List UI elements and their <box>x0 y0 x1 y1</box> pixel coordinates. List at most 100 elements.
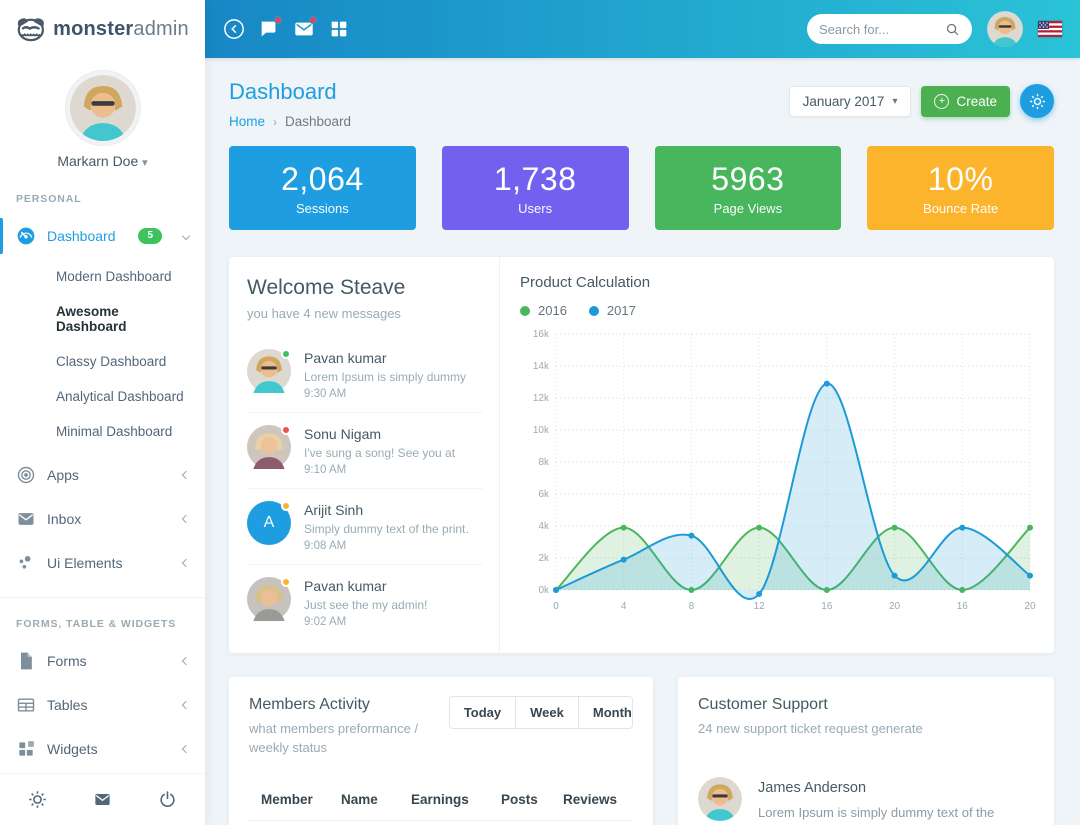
customer-support-card: Customer Support 24 new support ticket r… <box>678 677 1054 825</box>
message-sender: Arijit Sinh <box>304 501 469 518</box>
sidebar: monsteradmin Markarn Doe ▾ PERSONAL Dash… <box>0 0 205 825</box>
stat-card-sessions[interactable]: 2,064 Sessions <box>229 146 416 230</box>
svg-text:0: 0 <box>553 601 559 612</box>
svg-text:4: 4 <box>621 601 627 612</box>
message-preview: Lorem Ipsum is simply dummy … <box>304 370 469 384</box>
message-item[interactable]: A Arijit Sinh Simply dummy text of the p… <box>247 489 483 565</box>
sidebar-item-forms[interactable]: Forms <box>0 639 205 683</box>
message-time: 9:30 AM <box>304 388 469 400</box>
stat-card-page-views[interactable]: 5963 Page Views <box>655 146 842 230</box>
welcome-title: Welcome Steave <box>247 276 483 300</box>
profile-name-row[interactable]: Markarn Doe ▾ <box>0 153 205 169</box>
dashboard-submenu: Modern Dashboard Awesome Dashboard Class… <box>0 258 205 453</box>
svg-text:12: 12 <box>754 601 766 612</box>
column-earnings: Earnings <box>411 792 501 807</box>
sidebar-toggle-icon[interactable] <box>223 18 245 40</box>
create-label: Create <box>956 94 997 109</box>
sidebar-item-inbox[interactable]: Inbox <box>0 497 205 541</box>
brand-logo[interactable]: monsteradmin <box>0 0 205 58</box>
file-icon <box>16 651 36 671</box>
chevron-left-icon <box>182 559 190 567</box>
sidebar-subitem-analytical-dashboard[interactable]: Analytical Dashboard <box>0 379 205 414</box>
breadcrumb-current: Dashboard <box>285 114 351 129</box>
mail-icon[interactable] <box>293 18 315 40</box>
message-preview: Just see the my admin! <box>304 598 427 612</box>
gear-icon[interactable] <box>28 790 47 809</box>
caret-down-icon: ▾ <box>142 157 148 169</box>
sidebar-subitem-classy-dashboard[interactable]: Classy Dashboard <box>0 344 205 379</box>
topbar-avatar[interactable] <box>987 11 1023 47</box>
status-dot <box>281 501 291 511</box>
filter-today-button[interactable]: Today <box>450 697 515 728</box>
message-preview: I've sung a song! See you at <box>304 446 455 460</box>
svg-text:0k: 0k <box>538 585 550 596</box>
search-input[interactable] <box>819 22 945 37</box>
status-dot <box>281 425 291 435</box>
language-flag-icon[interactable] <box>1038 21 1062 37</box>
create-button[interactable]: + Create <box>921 86 1010 117</box>
message-item[interactable]: Sonu Nigam I've sung a song! See you at … <box>247 413 483 489</box>
avatar <box>247 456 291 473</box>
stat-card-users[interactable]: 1,738 Users <box>442 146 629 230</box>
svg-text:8: 8 <box>689 601 695 612</box>
profile-avatar[interactable] <box>66 71 140 145</box>
welcome-panel: Welcome Steave you have 4 new messages P… <box>229 257 500 653</box>
power-icon[interactable] <box>158 790 177 809</box>
legend-dot <box>589 306 599 316</box>
sidebar-item-apps[interactable]: Apps <box>0 453 205 497</box>
apps-grid-icon[interactable] <box>328 18 350 40</box>
dots-cluster-icon <box>16 553 36 573</box>
column-member: Member <box>261 792 341 807</box>
svg-text:16: 16 <box>957 601 969 612</box>
message-time: 9:10 AM <box>304 464 455 476</box>
welcome-and-chart-card: Welcome Steave you have 4 new messages P… <box>229 257 1054 653</box>
search-icon[interactable] <box>945 22 960 37</box>
settings-button[interactable] <box>1020 84 1054 118</box>
monster-logo-icon <box>16 16 46 42</box>
legend-item-2017[interactable]: 2017 <box>589 303 636 318</box>
stat-cards: 2,064 Sessions 1,738 Users 5963 Page Vie… <box>229 146 1054 230</box>
plus-icon: + <box>934 94 949 109</box>
status-dot <box>281 577 291 587</box>
sidebar-subitem-modern-dashboard[interactable]: Modern Dashboard <box>0 259 205 294</box>
sidebar-item-dashboard[interactable]: Dashboard 5 <box>0 214 205 258</box>
chart-legend: 2016 2017 <box>520 303 1034 318</box>
message-item[interactable]: Pavan kumar Just see the my admin! 9:02 … <box>247 565 483 640</box>
svg-text:12k: 12k <box>533 393 550 404</box>
stat-value: 1,738 <box>494 161 577 198</box>
stat-label: Users <box>518 201 552 216</box>
stat-card-bounce-rate[interactable]: 10% Bounce Rate <box>867 146 1054 230</box>
chat-icon[interactable] <box>258 18 280 40</box>
members-activity-title: Members Activity <box>249 696 449 714</box>
members-table-header: Member Name Earnings Posts Reviews <box>249 792 633 821</box>
chart-panel: Product Calculation 2016 2017 0k2k4k6k8k… <box>500 257 1054 653</box>
gear-icon <box>1029 93 1046 110</box>
sidebar-item-widgets[interactable]: Widgets <box>0 727 205 771</box>
svg-text:8k: 8k <box>538 457 550 468</box>
sidebar-item-ui-elements[interactable]: Ui Elements <box>0 541 205 585</box>
range-filter-group: Today Week Month <box>449 696 633 729</box>
ticket-preview: Lorem Ipsum is simply dummy text of the <box>758 805 994 820</box>
sidebar-subitem-awesome-dashboard[interactable]: Awesome Dashboard <box>0 294 205 344</box>
sidebar-subitem-minimal-dashboard[interactable]: Minimal Dashboard <box>0 414 205 449</box>
sidebar-item-label: Inbox <box>47 511 81 527</box>
brand-name-bold: monster <box>53 18 133 40</box>
ticket-sender-name: James Anderson <box>758 777 994 796</box>
support-ticket-item[interactable]: James Anderson Lorem Ipsum is simply dum… <box>698 777 1034 821</box>
filter-month-button[interactable]: Month <box>578 697 633 728</box>
filter-week-button[interactable]: Week <box>515 697 578 728</box>
topbar-right <box>807 11 1062 47</box>
members-activity-subtitle: what members preformance / weekly status <box>249 720 449 758</box>
stat-label: Bounce Rate <box>923 201 998 216</box>
avatar <box>247 608 291 625</box>
message-item[interactable]: Pavan kumar Lorem Ipsum is simply dummy … <box>247 337 483 413</box>
sidebar-item-tables[interactable]: Tables <box>0 683 205 727</box>
legend-item-2016[interactable]: 2016 <box>520 303 567 318</box>
breadcrumb-home[interactable]: Home <box>229 114 265 129</box>
mail-icon[interactable] <box>93 790 112 809</box>
svg-text:20: 20 <box>1024 601 1036 612</box>
widgets-icon <box>16 739 36 759</box>
period-dropdown[interactable]: January 2017 ▾ <box>789 86 912 117</box>
profile-name: Markarn Doe <box>57 153 138 169</box>
chevron-left-icon <box>182 745 190 753</box>
